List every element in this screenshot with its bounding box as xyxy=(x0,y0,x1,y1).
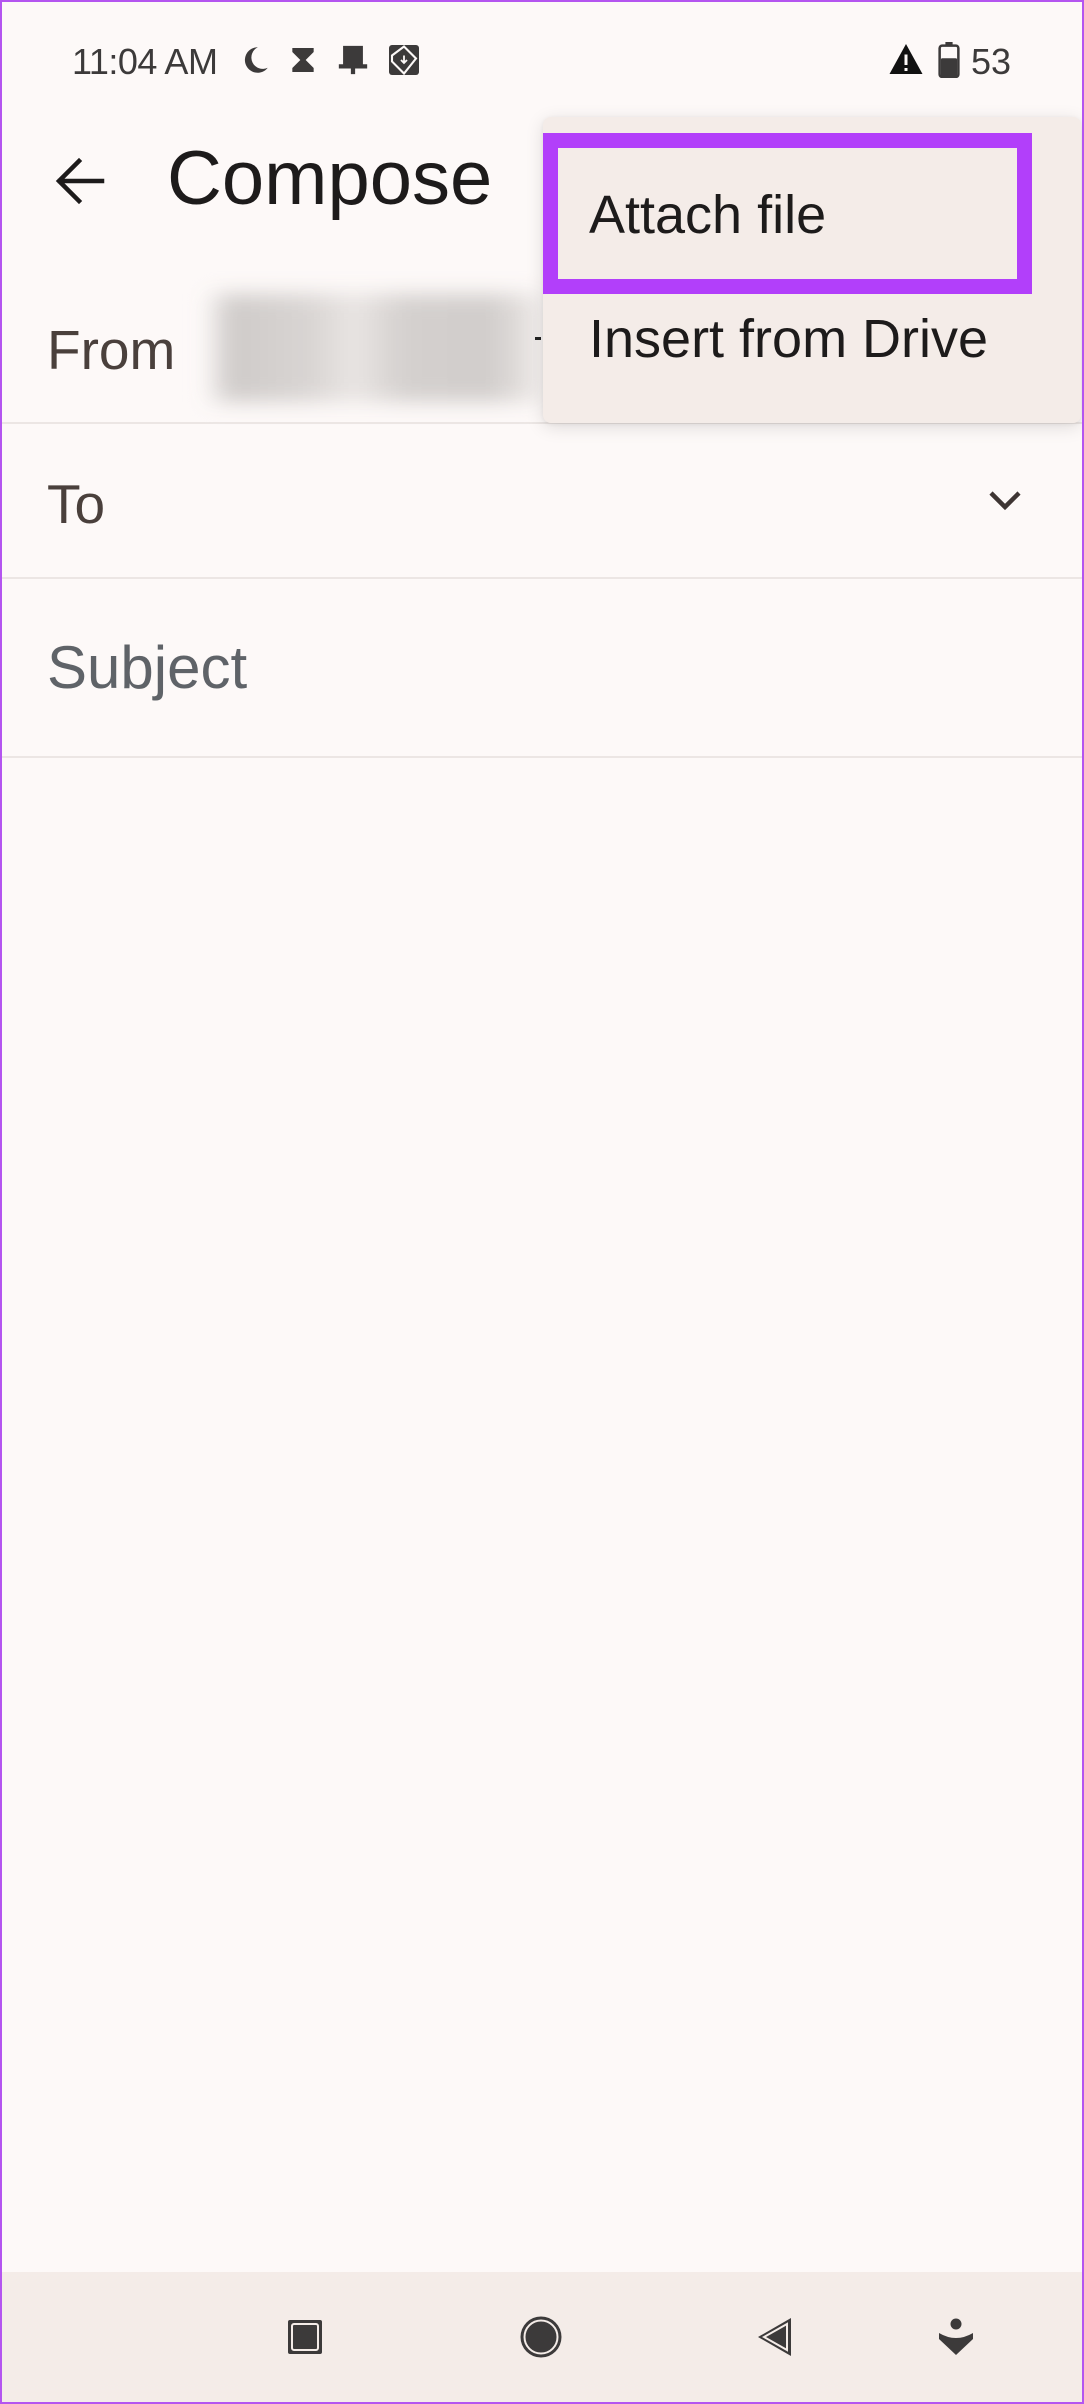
menu-item-attach-file[interactable]: Attach file xyxy=(543,133,1081,294)
circle-icon xyxy=(520,2316,562,2358)
page-title: Compose xyxy=(167,136,493,221)
system-nav-bar xyxy=(0,2272,1084,2404)
menu-item-insert-from-drive[interactable]: Insert from Drive xyxy=(543,297,1081,417)
chevron-down-icon[interactable] xyxy=(985,484,1025,520)
from-value-fragment xyxy=(535,337,541,340)
hourglass-icon xyxy=(287,42,319,78)
subject-input[interactable] xyxy=(44,629,1027,705)
status-time: 11:04 AM xyxy=(72,41,218,82)
from-value-redacted[interactable] xyxy=(204,294,540,402)
home-button[interactable] xyxy=(516,2312,566,2362)
square-icon xyxy=(288,2320,322,2354)
download-image-icon xyxy=(385,42,423,78)
to-field[interactable]: To xyxy=(0,424,1084,579)
back-button[interactable] xyxy=(44,140,116,220)
battery-icon xyxy=(937,42,961,78)
accessibility-button[interactable] xyxy=(931,2312,981,2362)
back-nav-button[interactable] xyxy=(749,2312,799,2362)
attach-menu: Attach file Insert from Drive xyxy=(543,117,1081,423)
accessibility-icon xyxy=(939,2318,973,2355)
arrow-left-icon xyxy=(55,157,105,205)
do-not-disturb-moon-icon xyxy=(238,42,272,78)
menu-item-label: Attach file xyxy=(589,185,827,245)
from-label: From xyxy=(47,319,176,381)
to-label: To xyxy=(47,473,106,535)
recents-button[interactable] xyxy=(280,2312,330,2362)
menu-item-label: Insert from Drive xyxy=(589,309,989,369)
pin-notification-icon xyxy=(336,42,370,78)
battery-percent: 53 xyxy=(971,41,1012,82)
warning-icon xyxy=(888,41,924,77)
subject-field xyxy=(0,579,1084,758)
triangle-back-icon xyxy=(758,2318,791,2356)
